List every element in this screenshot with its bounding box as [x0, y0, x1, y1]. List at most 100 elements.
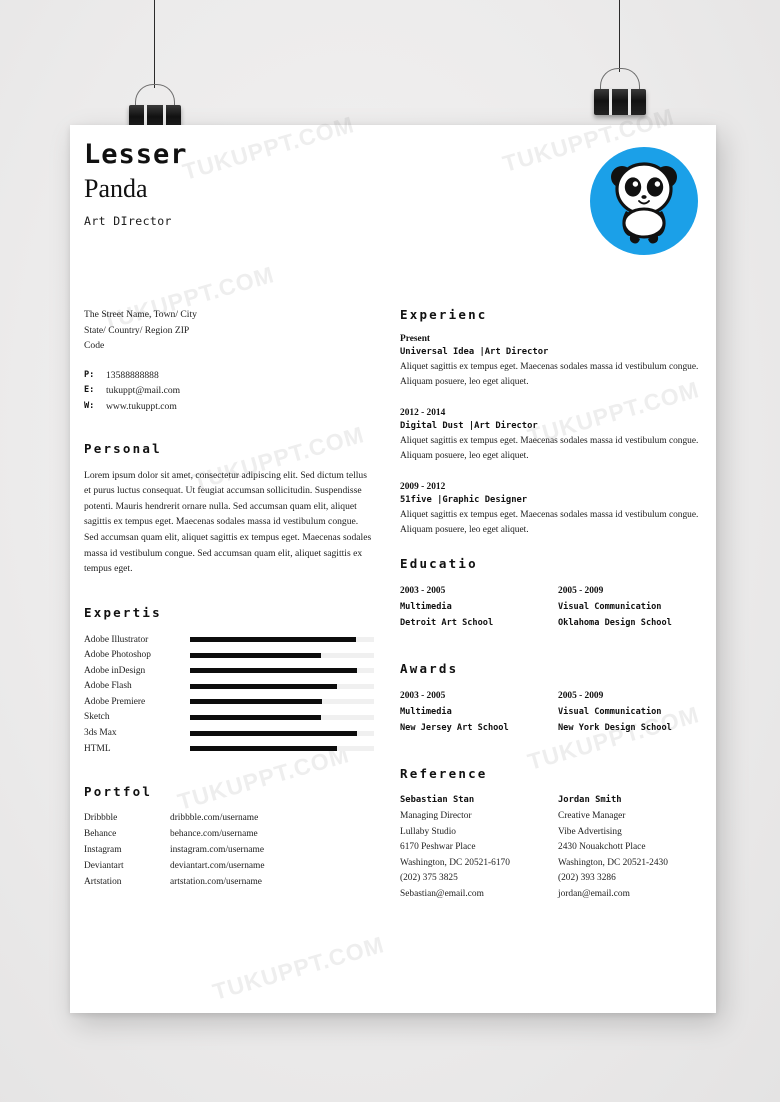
skill-label: 3ds Max: [84, 728, 117, 739]
reference-entry: Sebastian Stan Managing Director Lullaby S…: [400, 793, 540, 902]
education-school: Oklahoma Design School: [558, 618, 672, 629]
content-columns: The Street Name, Town/ City State/ Count…: [84, 307, 702, 903]
last-name: Panda: [84, 174, 148, 203]
education-heading: Educatio: [400, 556, 478, 572]
email-value[interactable]: tukuppt@mail.com: [106, 383, 180, 399]
experience-description: Aliquet sagittis ex tempus eget. Maecena…: [400, 362, 699, 388]
skill-label: Sketch: [84, 712, 110, 723]
awards-date: 2005 - 2009: [558, 691, 604, 702]
experience-organization: Digital Dust |Art Director: [400, 420, 538, 431]
skill-row: Adobe Illustrator: [84, 632, 374, 648]
experience-date: 2012 - 2014: [400, 407, 446, 418]
education-list: 2003 - 2005 Multimedia Detroit Art School 2…: [400, 583, 702, 631]
skill-bar-track: [190, 746, 374, 752]
reference-street: 2430 Nouakchott Place: [558, 842, 646, 853]
experience-organization: 51five |Graphic Designer: [400, 494, 528, 505]
reference-role: Managing Director: [400, 811, 472, 822]
awards-section: Awards 2003 - 2005 Multimedia New Jersey A…: [400, 661, 702, 736]
experience-heading: Experienc: [400, 307, 488, 322]
skill-bar-track: [190, 637, 374, 643]
reference-section: Reference Sebastian Stan Managing Directo…: [400, 766, 702, 902]
address-block: The Street Name, Town/ City State/ Count…: [84, 307, 374, 354]
reference-entry: Jordan Smith Creative Manager Vibe Adverti…: [558, 793, 698, 902]
skill-bar-fill: [190, 668, 358, 674]
personal-heading: Personal: [84, 440, 162, 456]
portfolio-url[interactable]: instagram.com/username: [170, 843, 264, 859]
skill-bar-fill: [190, 699, 323, 705]
skill-bar-fill: [190, 730, 358, 736]
portfolio-platform: Deviantart: [84, 860, 124, 871]
portfolio-heading: Portfol: [84, 784, 153, 800]
reference-list: Sebastian Stan Managing Director Lullaby S…: [400, 793, 702, 902]
contact-email[interactable]: E: tukuppt@mail.com: [84, 383, 374, 399]
education-school: Detroit Art School: [400, 618, 494, 629]
reference-city: Washington, DC 20521-6170: [400, 857, 510, 868]
reference-name: Jordan Smith: [558, 795, 622, 806]
hanging-string: [619, 0, 620, 72]
portfolio-row[interactable]: Dribbble dribbble.com/username: [84, 811, 374, 827]
skill-label: Adobe Flash: [84, 681, 132, 692]
skill-bar-track: [190, 683, 374, 689]
contact-phone: P: 13588888888: [84, 368, 374, 384]
phone-label: P:: [84, 369, 95, 380]
reference-role: Creative Manager: [558, 811, 626, 822]
experience-entry: 2012 - 2014 Digital Dust |Art Director Ali…: [400, 408, 702, 465]
portfolio-row[interactable]: Behance behance.com/username: [84, 827, 374, 843]
skill-row: Adobe Photoshop: [84, 647, 374, 663]
education-entry: 2003 - 2005 Multimedia Detroit Art School: [400, 583, 540, 631]
address-line: Code: [84, 340, 105, 352]
experience-section: Experienc Present Universal Idea |Art Dir…: [400, 307, 702, 538]
email-label: E:: [84, 385, 95, 396]
skill-bar-fill: [190, 637, 356, 643]
awards-school: New York Design School: [558, 723, 672, 734]
website-label: W:: [84, 400, 95, 411]
awards-entry: 2003 - 2005 Multimedia New Jersey Art Scho…: [400, 688, 540, 736]
address-line: The Street Name, Town/ City: [84, 309, 197, 320]
portfolio-url[interactable]: dribbble.com/username: [170, 811, 258, 827]
reference-name: Sebastian Stan: [400, 795, 475, 806]
reference-phone: (202) 375 3825: [400, 873, 458, 884]
address-line: State/ Country/ Region ZIP: [84, 324, 190, 336]
skill-row: Sketch: [84, 710, 374, 726]
reference-email[interactable]: jordan@email.com: [558, 887, 698, 903]
experience-entry: Present Universal Idea |Art Director Aliqu…: [400, 334, 702, 391]
skill-label: Adobe Photoshop: [84, 650, 151, 661]
reference-city: Washington, DC 20521-2430: [558, 857, 668, 868]
portfolio-url[interactable]: artstation.com/username: [170, 875, 262, 891]
right-column: Experienc Present Universal Idea |Art Dir…: [400, 307, 702, 903]
skill-row: Adobe inDesign: [84, 663, 374, 679]
skill-label: HTML: [84, 743, 111, 754]
skill-bar-track: [190, 699, 374, 705]
skill-bar-track: [190, 652, 374, 658]
contact-website[interactable]: W: www.tukuppt.com: [84, 399, 374, 415]
phone-value: 13588888888: [106, 369, 159, 381]
awards-heading: Awards: [400, 661, 459, 677]
portfolio-url[interactable]: deviantart.com/username: [170, 859, 265, 875]
portfolio-row[interactable]: Deviantart deviantart.com/username: [84, 859, 374, 875]
education-field: Visual Communication: [558, 602, 662, 613]
skill-row: Adobe Premiere: [84, 694, 374, 710]
skill-bar-fill: [190, 746, 338, 752]
reference-company: Vibe Advertising: [558, 826, 622, 837]
reference-email[interactable]: Sebastian@email.com: [400, 887, 540, 903]
website-value[interactable]: www.tukuppt.com: [106, 399, 177, 415]
education-field: Multimedia: [400, 602, 452, 613]
contact-list: P: 13588888888 E: tukuppt@mail.com W: ww…: [84, 368, 374, 415]
portfolio-row[interactable]: Instagram instagram.com/username: [84, 843, 374, 859]
experience-date: 2009 - 2012: [400, 481, 446, 492]
portfolio-platform: Dribbble: [84, 813, 118, 824]
skill-label: Adobe Illustrator: [84, 634, 149, 645]
portfolio-row[interactable]: Artstation artstation.com/username: [84, 875, 374, 891]
portfolio-url[interactable]: behance.com/username: [170, 827, 258, 843]
expertise-heading: Expertis: [84, 604, 162, 620]
reference-heading: Reference: [400, 766, 488, 782]
skill-bar-fill: [190, 714, 321, 720]
awards-field: Visual Communication: [558, 707, 662, 718]
watermark: TUKUPPT.COM: [179, 111, 358, 185]
portfolio-platform: Behance: [84, 829, 117, 840]
skill-bar-fill: [190, 652, 321, 658]
skill-bar-track: [190, 714, 374, 720]
expertise-section: Expertis Adobe Illustrator Adobe Photosho…: [84, 605, 374, 757]
first-name: Lesser: [84, 139, 188, 170]
skill-label: Adobe inDesign: [84, 665, 146, 676]
